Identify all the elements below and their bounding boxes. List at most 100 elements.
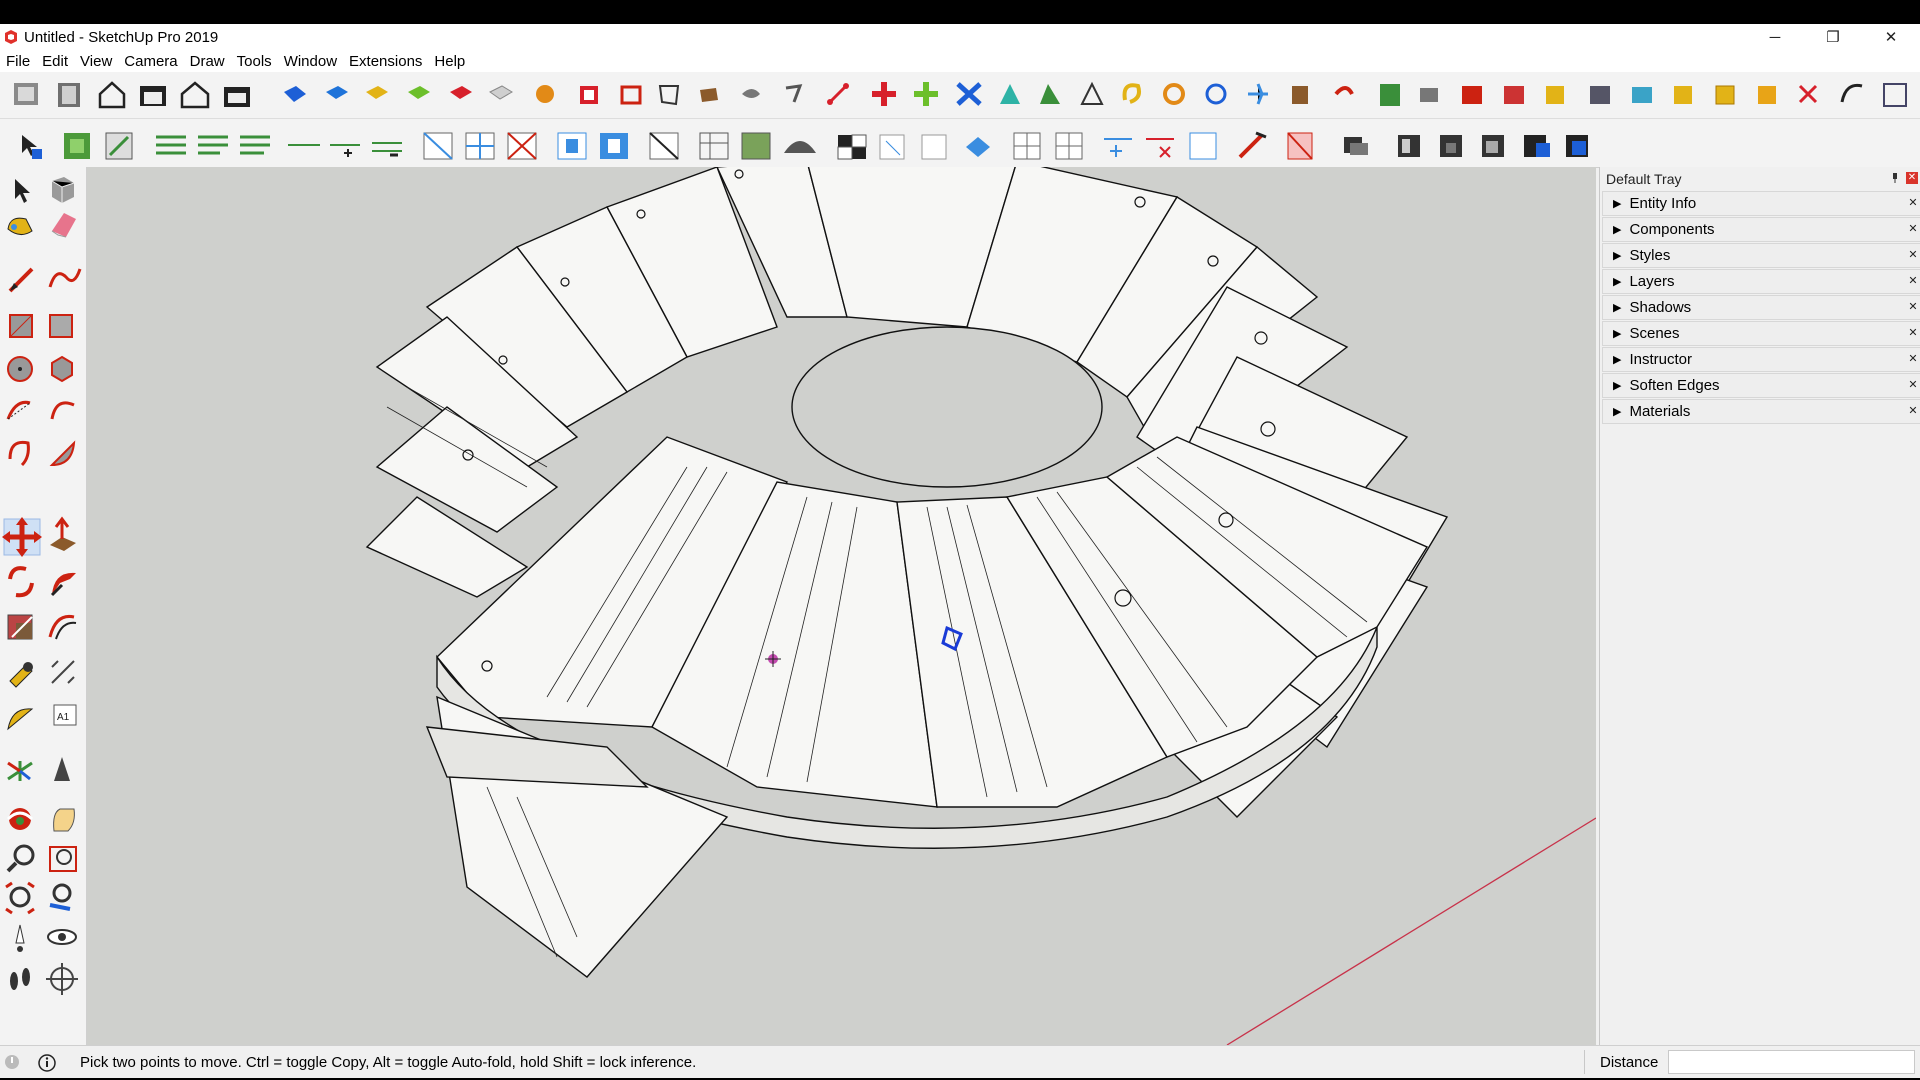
pin-icon[interactable] [1891,173,1899,183]
3d-text-icon[interactable] [54,757,70,781]
menu-camera[interactable]: Camera [118,53,183,70]
offset-icon[interactable] [48,614,77,640]
sketchup-window: Untitled - SketchUp Pro 2019 ─ ❐ ✕ File … [0,24,1920,1078]
warehouse-icons[interactable] [14,81,250,109]
svg-text:A1: A1 [57,712,70,723]
polygon-icon[interactable] [51,355,73,383]
follow-me-icon[interactable] [50,572,76,597]
push-pull-icon[interactable] [50,516,76,551]
expand-triangle-icon: ▶ [1613,250,1622,262]
scale-icon[interactable] [7,614,33,640]
zoom-window-icon[interactable] [49,846,77,872]
line-icon[interactable] [8,267,34,293]
tray-panel-shadows[interactable]: ▶ Shadows ✕ [1602,295,1920,320]
rotate-icon[interactable] [8,566,34,598]
view-icons[interactable] [284,85,513,102]
panel-close-icon[interactable]: ✕ [1907,405,1919,417]
red-axis-line [1226,817,1596,1045]
section-icons[interactable] [423,132,679,160]
panel-close-icon[interactable]: ✕ [1907,353,1919,365]
menu-window[interactable]: Window [278,53,343,70]
arc-icon[interactable] [6,400,31,420]
toolbar-row-2 [0,119,1920,168]
menu-extensions[interactable]: Extensions [343,53,428,70]
dimension-icon[interactable] [51,660,75,684]
tray-panel-components[interactable]: ▶ Components ✕ [1602,217,1920,242]
restore-button[interactable]: ❐ [1804,24,1862,50]
tray-panel-styles[interactable]: ▶ Styles ✕ [1602,243,1920,268]
previous-view-icon[interactable] [49,883,72,911]
protractor-icon[interactable] [7,708,34,731]
panel-close-icon[interactable]: ✕ [1907,327,1919,339]
tray-close-button[interactable]: ✕ [1906,172,1918,184]
eraser-icon[interactable] [51,213,76,238]
walk-icon[interactable] [10,968,30,990]
menu-tools[interactable]: Tools [231,53,278,70]
rotated-rectangle-icon[interactable] [49,314,73,338]
pie-icon[interactable] [49,440,76,467]
solid-tools-icons[interactable] [22,132,133,160]
tray-panel-soften-edges[interactable]: ▶ Soften Edges ✕ [1602,373,1920,398]
zoom-extents-icon[interactable] [5,881,35,915]
align-icons[interactable] [156,135,402,157]
instructor-info-icon[interactable] [38,1054,56,1072]
two-point-arc-icon[interactable] [50,401,75,420]
tray-panel-entity-info[interactable]: ▶ Entity Info ✕ [1602,191,1920,216]
tape-measure-icon[interactable] [9,662,33,688]
menu-help[interactable]: Help [428,53,471,70]
large-tool-set: A1 [0,167,87,1045]
expand-triangle-icon: ▶ [1613,328,1622,340]
toolbar-row-1 [0,72,1920,119]
three-point-arc-icon[interactable] [8,440,30,467]
axes-icon[interactable] [7,761,33,781]
pan-icon[interactable] [53,808,75,832]
measurements-label: Distance [1600,1054,1659,1071]
minimize-button[interactable]: ─ [1746,24,1804,50]
menu-draw[interactable]: Draw [184,53,231,70]
text-icon[interactable]: A1 [53,704,77,726]
panel-close-icon[interactable]: ✕ [1907,301,1919,313]
tray-panel-instructor[interactable]: ▶ Instructor ✕ [1602,347,1920,372]
grid-icons[interactable] [1013,131,1313,160]
close-button[interactable]: ✕ [1862,24,1920,50]
select-icon[interactable] [15,179,30,203]
position-camera-icon[interactable] [15,924,25,952]
tray-title: Default Tray [1606,171,1682,187]
spiral-staircase-model [365,167,1596,1045]
zoom-icon[interactable] [6,844,35,873]
toolbar-row-1-icons [14,81,1907,109]
sketchup-app-icon [5,30,17,44]
expand-triangle-icon: ▶ [1613,406,1622,418]
circle-icon[interactable] [7,356,33,382]
tray-panel-materials[interactable]: ▶ Materials ✕ [1602,399,1920,424]
panel-close-icon[interactable]: ✕ [1907,249,1919,261]
panel-close-icon[interactable]: ✕ [1907,275,1919,287]
menu-view[interactable]: View [74,53,118,70]
orbit-icon[interactable] [6,808,34,830]
solid-ops-icons[interactable] [1344,135,1588,157]
expand-triangle-icon: ▶ [1613,276,1622,288]
panel-close-icon[interactable]: ✕ [1907,223,1919,235]
tray-header: Default Tray ✕ [1600,167,1920,191]
paint-bucket-icon[interactable] [7,217,33,235]
window-title: Untitled - SketchUp Pro 2019 [24,28,219,46]
look-around-icon[interactable] [47,929,77,945]
make-component-icon[interactable] [51,177,75,203]
modeling-viewport[interactable] [87,167,1596,1045]
panel-close-icon[interactable]: ✕ [1907,197,1919,209]
menu-edit[interactable]: Edit [36,53,74,70]
tray-panel-scenes[interactable]: ▶ Scenes ✕ [1602,321,1920,346]
geo-location-icon[interactable] [4,1054,22,1072]
style-icons[interactable] [699,132,990,160]
status-hint: Pick two points to move. Ctrl = toggle C… [80,1054,697,1071]
section-plane-icon[interactable] [46,963,78,995]
expand-triangle-icon: ▶ [1613,380,1622,392]
menu-file[interactable]: File [0,53,36,70]
freehand-icon[interactable] [48,268,82,288]
tray-panel-layers[interactable]: ▶ Layers ✕ [1602,269,1920,294]
panel-close-icon[interactable]: ✕ [1907,379,1919,391]
rectangle-icon[interactable] [9,314,33,338]
title-bar: Untitled - SketchUp Pro 2019 ─ ❐ ✕ [0,24,1920,50]
misc-tool-icons[interactable] [536,81,1907,107]
measurements-input[interactable] [1668,1050,1915,1074]
